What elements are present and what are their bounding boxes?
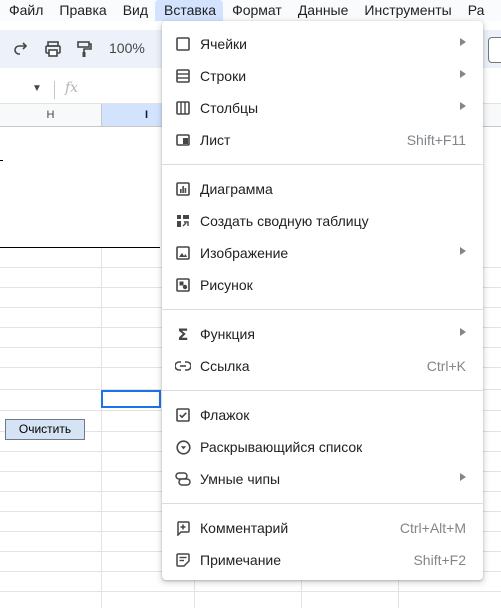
- menu-item-link[interactable]: Ссылка Ctrl+K: [162, 350, 483, 382]
- paint-format-icon[interactable]: [73, 38, 95, 60]
- menu-item-comment[interactable]: Комментарий Ctrl+Alt+M: [162, 512, 483, 544]
- menubar: Файл Правка Вид Вставка Формат Данные Ин…: [0, 0, 501, 21]
- note-icon: [175, 552, 191, 568]
- menu-item-label: Умные чипы: [200, 471, 281, 487]
- menu-item-dropdown[interactable]: Раскрывающийся список: [162, 431, 483, 463]
- menu-item-chart[interactable]: Диаграмма: [162, 173, 483, 205]
- menu-item-label: Лист: [200, 132, 231, 148]
- border-line: [0, 247, 160, 248]
- sheet-icon: [175, 132, 191, 148]
- column-header-h[interactable]: H: [0, 104, 102, 127]
- dash-mark: [0, 160, 3, 161]
- checkbox-icon: [175, 407, 191, 423]
- menu-item-function[interactable]: Σ Функция: [162, 318, 483, 350]
- menu-item-label: Флажок: [200, 407, 250, 423]
- submenu-arrow-icon: [460, 328, 466, 336]
- shortcut-text: Ctrl+K: [426, 358, 466, 374]
- menu-divider: [162, 309, 483, 310]
- menu-item-pivot-table[interactable]: Создать сводную таблицу: [162, 205, 483, 237]
- menu-item-drawing[interactable]: Рисунок: [162, 269, 483, 301]
- menu-item-label: Комментарий: [200, 520, 289, 536]
- menu-item-label: Изображение: [200, 245, 289, 261]
- menu-view[interactable]: Вид: [114, 0, 155, 21]
- menu-edit[interactable]: Правка: [50, 0, 113, 21]
- menu-item-label: Ссылка: [200, 358, 250, 374]
- insert-menu: Ячейки Строки Столбцы Лист Shift+F11 Диа…: [162, 21, 483, 580]
- submenu-arrow-icon: [460, 473, 466, 481]
- menu-item-checkbox[interactable]: Флажок: [162, 399, 483, 431]
- sigma-icon: Σ: [177, 324, 189, 344]
- shortcut-text: Shift+F11: [406, 132, 466, 148]
- menu-insert[interactable]: Вставка: [155, 0, 224, 21]
- smart-chips-icon: [175, 471, 191, 487]
- menu-divider: [162, 390, 483, 391]
- name-box-dropdown-icon[interactable]: ▼: [32, 83, 42, 94]
- menu-item-label: Столбцы: [200, 100, 259, 116]
- menu-item-note[interactable]: Примечание Shift+F2: [162, 544, 483, 576]
- menu-item-label: Рисунок: [200, 277, 253, 293]
- menu-file[interactable]: Файл: [0, 0, 50, 21]
- menu-extensions[interactable]: Ра: [459, 0, 492, 21]
- zoom-select[interactable]: 100%: [109, 40, 145, 56]
- pivot-table-icon: [175, 213, 191, 229]
- shortcut-text: Ctrl+Alt+M: [399, 520, 466, 536]
- submenu-arrow-icon: [460, 247, 466, 255]
- menu-divider: [162, 503, 483, 504]
- formula-bar-divider: [54, 81, 55, 99]
- print-icon[interactable]: [42, 38, 64, 60]
- rows-icon: [175, 68, 191, 84]
- menu-item-label: Функция: [200, 326, 255, 342]
- link-icon: [175, 358, 191, 374]
- menu-format[interactable]: Формат: [223, 0, 289, 21]
- menu-tools[interactable]: Инструменты: [355, 0, 458, 21]
- submenu-arrow-icon: [460, 102, 466, 110]
- menu-item-label: Создать сводную таблицу: [200, 213, 369, 229]
- menu-item-image[interactable]: Изображение: [162, 237, 483, 269]
- redo-icon[interactable]: [10, 38, 32, 60]
- menu-item-sheet[interactable]: Лист Shift+F11: [162, 124, 483, 156]
- menu-item-label: Ячейки: [200, 36, 247, 52]
- menu-item-rows[interactable]: Строки: [162, 60, 483, 92]
- menu-item-label: Строки: [200, 68, 247, 84]
- drawing-area: [0, 127, 160, 247]
- clear-button[interactable]: Очистить: [5, 419, 85, 440]
- menu-item-label: Диаграмма: [200, 181, 273, 197]
- fx-icon: fx: [65, 80, 79, 96]
- selected-cell[interactable]: [101, 390, 161, 408]
- menu-item-smart-chips[interactable]: Умные чипы: [162, 463, 483, 495]
- chart-icon: [175, 181, 191, 197]
- image-icon: [175, 245, 191, 261]
- menu-divider: [162, 164, 483, 165]
- menu-item-label: Раскрывающийся список: [200, 439, 363, 455]
- menu-data[interactable]: Данные: [289, 0, 356, 21]
- submenu-arrow-icon: [460, 38, 466, 46]
- menu-item-columns[interactable]: Столбцы: [162, 92, 483, 124]
- toolbar-overflow-button[interactable]: [488, 37, 501, 63]
- cells-icon: [175, 36, 191, 52]
- menu-item-cells[interactable]: Ячейки: [162, 28, 483, 60]
- submenu-arrow-icon: [460, 70, 466, 78]
- columns-icon: [175, 100, 191, 116]
- dropdown-icon: [175, 439, 191, 455]
- shortcut-text: Shift+F2: [413, 552, 466, 568]
- menu-item-label: Примечание: [200, 552, 282, 568]
- drawing-icon: [175, 277, 191, 293]
- comment-icon: [175, 520, 191, 536]
